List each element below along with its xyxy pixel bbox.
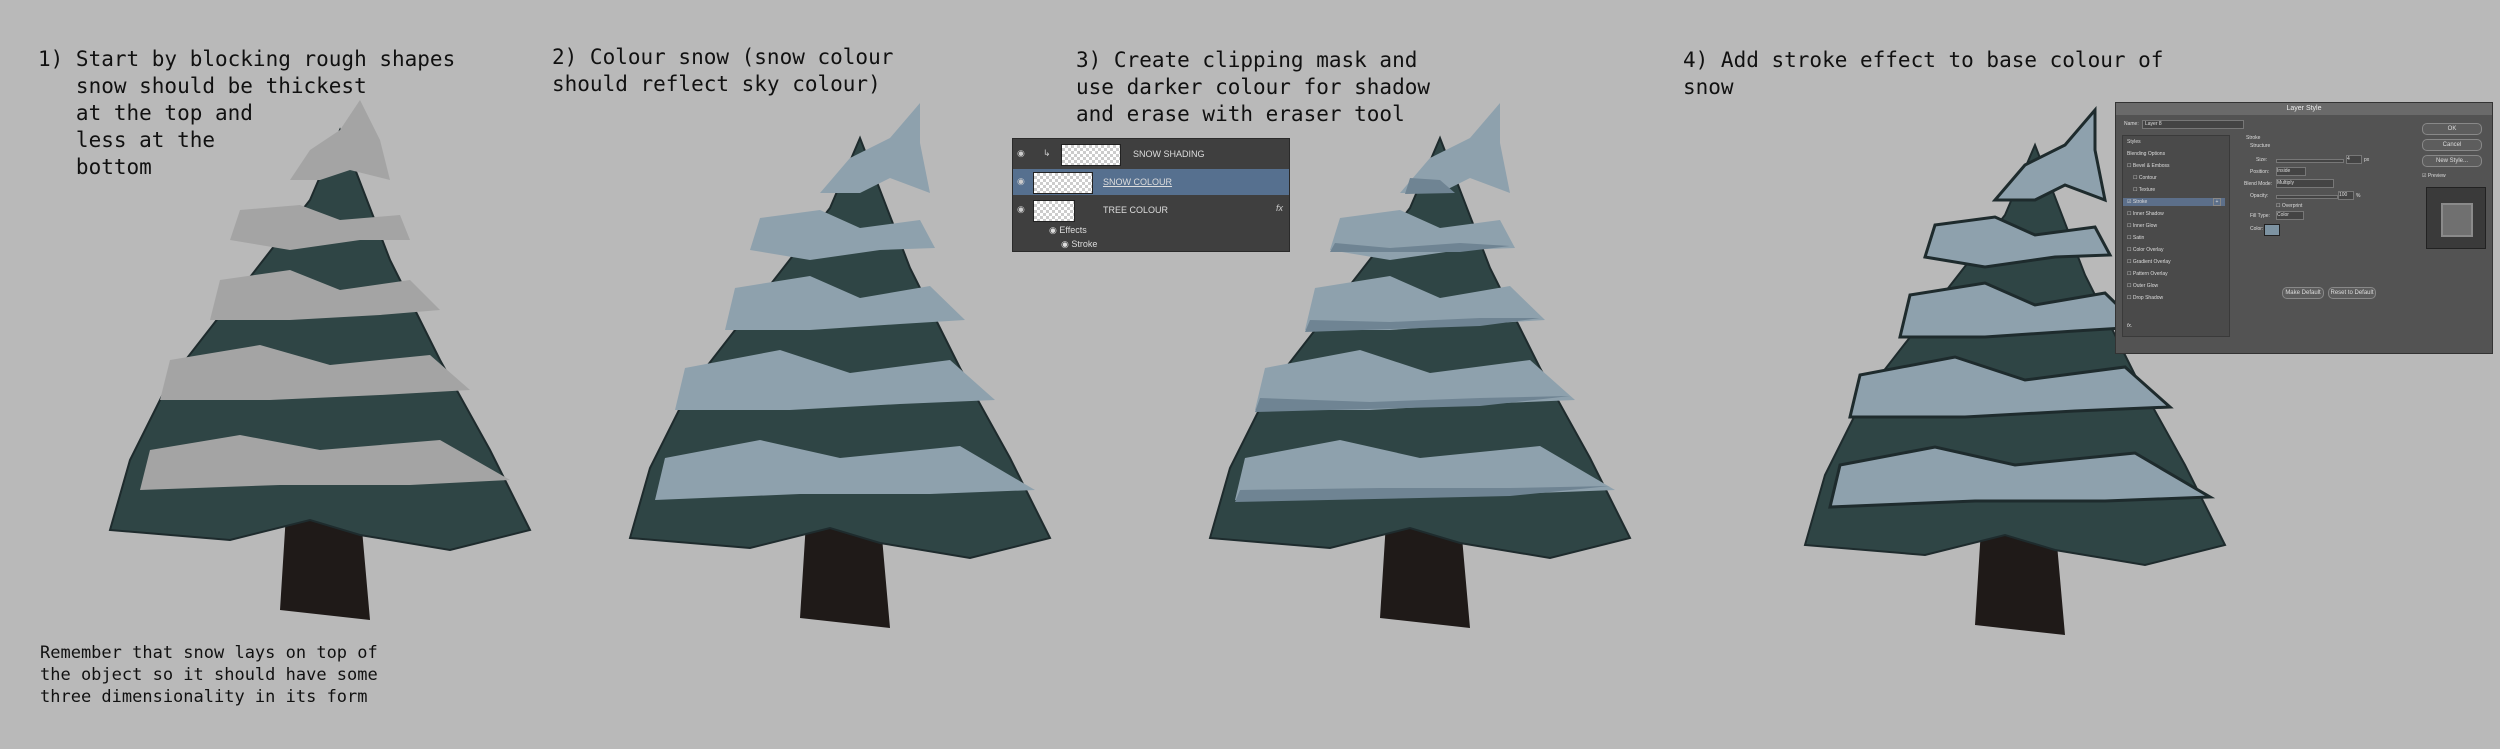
opacity-unit: % <box>2356 193 2361 199</box>
snow-form-note: Remember that snow lays on top of the ob… <box>40 643 378 707</box>
tree-step-3-illustration <box>1208 103 1632 628</box>
styles-list: Styles Blending Options ☐ Bevel & Emboss… <box>2122 135 2230 337</box>
style-item-bevel-emboss[interactable]: ☐ Bevel & Emboss <box>2127 162 2170 170</box>
styles-heading: Styles <box>2127 139 2141 145</box>
fill-type-select[interactable]: Color <box>2276 211 2304 220</box>
blend-mode-label: Blend Mode: <box>2244 181 2273 187</box>
visibility-eye-icon[interactable]: ◉ <box>1017 205 1027 214</box>
cancel-button[interactable]: Cancel <box>2422 139 2482 151</box>
layer-name: SNOW SHADING <box>1133 149 1205 159</box>
layer-style-dialog: Layer Style Name: Layer 8 Styles Blendin… <box>2115 102 2493 354</box>
step-4-caption: 4) Add stroke effect to base colour of s… <box>1683 48 2164 99</box>
style-item-drop-shadow[interactable]: ☐ Drop Shadow <box>2127 294 2163 302</box>
stroke-effect-label[interactable]: ◉ Stroke <box>1061 239 1097 250</box>
name-label: Name: <box>2124 121 2139 127</box>
color-label: Color: <box>2250 226 2264 232</box>
layer-thumbnail <box>1061 144 1121 166</box>
tree-step-2-illustration <box>628 103 1052 628</box>
style-item-contour[interactable]: ☐ Contour <box>2133 174 2157 182</box>
step-2-caption: 2) Colour snow (snow colour should refle… <box>552 45 894 96</box>
stroke-section-title: Stroke <box>2246 135 2261 141</box>
size-unit: px <box>2364 157 2370 163</box>
layer-name: SNOW COLOUR <box>1103 177 1173 187</box>
style-item-outer-glow[interactable]: ☐ Outer Glow <box>2127 282 2158 290</box>
visibility-eye-icon[interactable]: ◉ <box>1017 177 1027 186</box>
new-style-button[interactable]: New Style... <box>2422 155 2482 167</box>
blend-mode-select[interactable]: Multiply <box>2276 179 2334 188</box>
structure-label: Structure <box>2250 143 2271 149</box>
ok-button[interactable]: OK <box>2422 123 2482 135</box>
opacity-field[interactable]: 100 <box>2338 191 2354 200</box>
opacity-label: Opacity: <box>2250 193 2269 199</box>
opacity-slider[interactable] <box>2276 195 2338 199</box>
fill-type-label: Fill Type: <box>2250 213 2270 219</box>
layer-name: TREE COLOUR <box>1103 205 1169 215</box>
style-item-gradient-overlay[interactable]: ☐ Gradient Overlay <box>2127 258 2171 266</box>
style-item-color-overlay[interactable]: ☐ Color Overlay <box>2127 246 2163 254</box>
tree-step-1-illustration <box>108 100 532 620</box>
position-select[interactable]: Inside <box>2276 167 2306 176</box>
style-item-inner-glow[interactable]: ☐ Inner Glow <box>2127 222 2157 230</box>
dialog-title: Layer Style <box>2116 103 2492 115</box>
stroke-color-swatch[interactable] <box>2264 224 2280 236</box>
overprint-checkbox[interactable]: ☐ Overprint <box>2276 203 2302 209</box>
size-label: Size: <box>2256 157 2268 163</box>
position-label: Position: <box>2250 169 2270 175</box>
preview-checkbox[interactable]: ☑ Preview <box>2422 173 2446 179</box>
fx-footer-icon[interactable]: fx. <box>2127 322 2132 330</box>
name-field[interactable]: Layer 8 <box>2142 120 2244 129</box>
layer-thumbnail <box>1033 200 1075 222</box>
layer-thumbnail <box>1033 172 1093 194</box>
style-item-satin[interactable]: ☐ Satin <box>2127 234 2144 242</box>
reset-default-button[interactable]: Reset to Default <box>2328 287 2376 299</box>
style-item-stroke[interactable]: ☑ Stroke + <box>2123 198 2225 206</box>
add-effect-plus-icon[interactable]: + <box>2213 198 2221 206</box>
clipping-mask-icon: ↳ <box>1043 148 1051 158</box>
style-item-pattern-overlay[interactable]: ☐ Pattern Overlay <box>2127 270 2168 278</box>
visibility-eye-icon[interactable]: ◉ <box>1017 149 1027 158</box>
size-field[interactable]: 4 <box>2346 155 2362 164</box>
make-default-button[interactable]: Make Default <box>2282 287 2324 299</box>
style-preview-thumbnail <box>2426 187 2486 249</box>
style-item-inner-shadow[interactable]: ☐ Inner Shadow <box>2127 210 2164 218</box>
style-item-blending-options[interactable]: Blending Options <box>2127 150 2165 158</box>
effects-label[interactable]: ◉ Effects <box>1049 225 1087 236</box>
style-item-texture[interactable]: ☐ Texture <box>2133 186 2155 194</box>
size-slider[interactable] <box>2276 159 2344 163</box>
